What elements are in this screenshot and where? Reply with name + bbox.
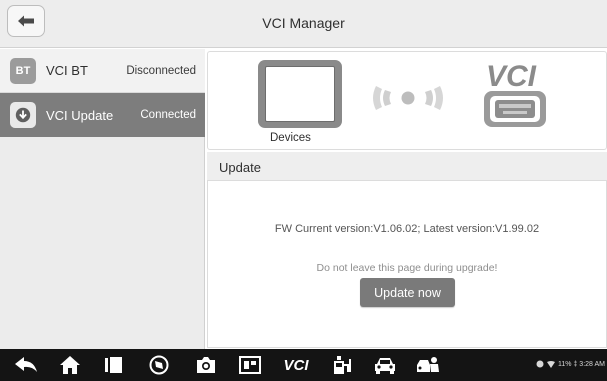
bluetooth-icon: BT xyxy=(10,57,36,84)
browser-icon[interactable] xyxy=(145,355,173,375)
sidebar-item-label: VCI BT xyxy=(46,63,88,78)
sidebar: BT VCI BT Disconnected VCI Update Connec… xyxy=(0,49,205,349)
vci-shortcut-icon[interactable]: VCI xyxy=(278,355,314,375)
recent-apps-icon[interactable] xyxy=(100,355,128,375)
sidebar-item-vci-bt[interactable]: BT VCI BT Disconnected xyxy=(0,49,205,93)
vci-device-icon: VCI xyxy=(484,60,546,127)
home-icon[interactable] xyxy=(56,355,84,375)
update-section-title: Update xyxy=(219,160,261,175)
sidebar-item-vci-update[interactable]: VCI Update Connected xyxy=(0,93,205,137)
title-bar: VCI Manager xyxy=(0,0,607,48)
car-service-icon[interactable] xyxy=(414,355,442,375)
screenshot-icon[interactable] xyxy=(236,355,264,375)
back-icon[interactable] xyxy=(12,355,40,375)
download-circle-icon xyxy=(10,102,36,128)
camera-icon[interactable] xyxy=(192,355,220,375)
notification-icon xyxy=(536,360,544,368)
devices-panel: Devices VCI xyxy=(207,51,607,150)
bottom-navigation-bar: VCI 11% ‡ 3:28 AM xyxy=(0,349,607,381)
system-status-area: 11% ‡ 3:28 AM xyxy=(536,360,605,368)
vci-logo-text: VCI xyxy=(486,60,537,93)
status-text: 11% ‡ 3:28 AM xyxy=(558,360,605,368)
sidebar-item-label: VCI Update xyxy=(46,107,114,123)
update-panel: FW Current version:V1.06.02; Latest vers… xyxy=(207,180,607,348)
update-section-header: Update xyxy=(207,152,607,180)
car-icon[interactable] xyxy=(371,355,399,375)
wifi-icon xyxy=(547,360,556,368)
vci-shortcut-label: VCI xyxy=(283,356,309,374)
update-now-button[interactable]: Update now xyxy=(360,278,455,307)
connection-status: Disconnected xyxy=(126,64,196,77)
connection-status: Connected xyxy=(140,109,196,121)
devices-label: Devices xyxy=(270,132,311,144)
fuel-icon[interactable] xyxy=(328,355,356,375)
firmware-version-text: FW Current version:V1.06.02; Latest vers… xyxy=(274,223,540,235)
page-title: VCI Manager xyxy=(262,15,345,31)
tablet-device-icon xyxy=(258,60,342,128)
wireless-signal-icon xyxy=(373,86,443,110)
upgrade-warning-text: Do not leave this page during upgrade! xyxy=(316,262,498,274)
